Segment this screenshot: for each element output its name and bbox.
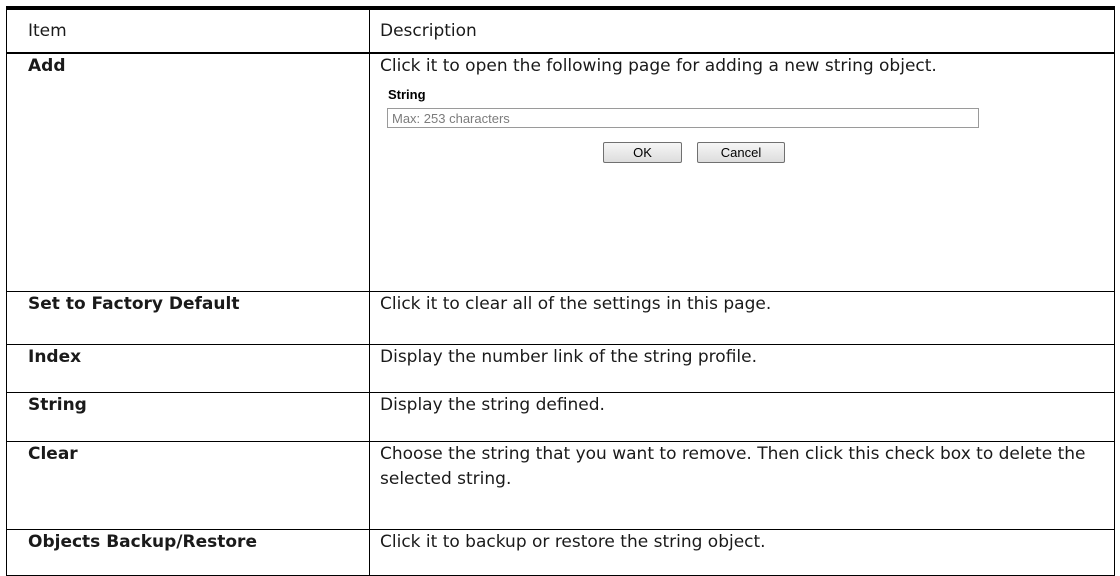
string-form-label: String (388, 87, 426, 103)
row-description-clear: Choose the string that you want to remov… (369, 441, 1115, 530)
item-description-table: Item Description Add Click it to open th… (6, 5, 1115, 576)
header-item: Item (6, 5, 370, 55)
row-item-factory-default: Set to Factory Default (6, 291, 370, 345)
row-item-clear: Clear (6, 441, 370, 530)
row-item-objects-backup-restore: Objects Backup/Restore (6, 529, 370, 576)
cancel-button[interactable]: Cancel (697, 142, 785, 164)
row-description-text: Click it to open the following page for … (380, 56, 937, 77)
row-description-string: Display the string defined. (369, 392, 1115, 442)
table-row: Add Click it to open the following page … (6, 53, 1115, 292)
table-row: String Display the string defined. (6, 392, 1115, 442)
string-form-snapshot: String OK Cancel (380, 87, 1104, 207)
table-row: Clear Choose the string that you want to… (6, 441, 1115, 530)
row-description-factory-default: Click it to clear all of the settings in… (369, 291, 1115, 345)
table-header-row: Item Description (6, 5, 1115, 55)
row-item-string: String (6, 392, 370, 442)
row-description-add: Click it to open the following page for … (369, 53, 1115, 292)
row-description-index: Display the number link of the string pr… (369, 344, 1115, 394)
header-description: Description (369, 5, 1115, 55)
string-input[interactable] (387, 108, 979, 129)
row-item-add: Add (6, 53, 370, 292)
ok-button[interactable]: OK (603, 142, 682, 164)
table-row: Objects Backup/Restore Click it to backu… (6, 529, 1115, 576)
row-item-index: Index (6, 344, 370, 394)
table-row: Set to Factory Default Click it to clear… (6, 291, 1115, 345)
table-row: Index Display the number link of the str… (6, 344, 1115, 394)
row-description-objects-backup-restore: Click it to backup or restore the string… (369, 529, 1115, 576)
